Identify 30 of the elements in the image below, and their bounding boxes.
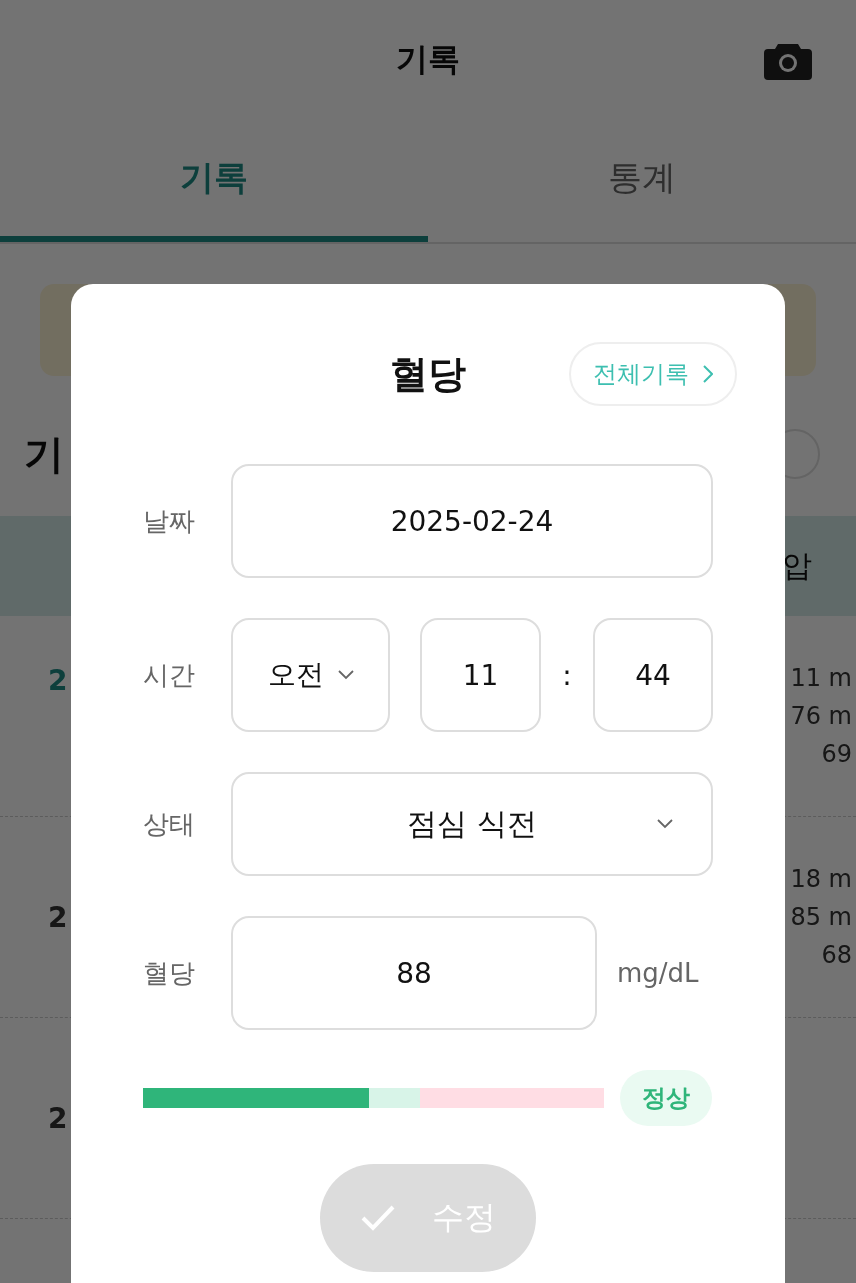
field-label: 시간 [143, 658, 196, 692]
field-label: 상태 [143, 807, 196, 841]
check-icon [360, 1204, 396, 1232]
chevron-down-icon [337, 670, 354, 680]
date-cell: 2 [48, 1101, 68, 1135]
dialog-title: 혈당 [390, 350, 466, 398]
column-header: 압 [782, 546, 812, 585]
minute-field[interactable]: 44 [593, 618, 713, 732]
date-cell: 2 [48, 900, 68, 934]
chevron-icon [703, 365, 713, 383]
screen-title: 기록 [396, 39, 460, 80]
hour-field[interactable]: 11 [420, 618, 541, 732]
time-separator: : [561, 658, 573, 692]
table-cell: 11 m [790, 664, 852, 692]
status-badge: 정상 [620, 1070, 712, 1126]
table-cell: 18 m [790, 865, 852, 893]
state-select[interactable]: 점심 식전 [231, 772, 713, 876]
section-heading: 기 [24, 429, 64, 479]
period-select[interactable]: 오전 [231, 618, 390, 732]
table-cell: 85 m [790, 903, 852, 931]
field-label: 날짜 [143, 504, 196, 538]
field-label: 혈당 [143, 956, 196, 990]
date-cell-text: 2 [48, 664, 68, 699]
table-cell: 68 [821, 941, 852, 969]
table-cell: 69 [821, 740, 852, 768]
table-cell: 76 m [790, 702, 852, 730]
glucose-field[interactable]: 88 [231, 916, 597, 1030]
unit-label: mg/dL [617, 958, 699, 988]
chevron-down-icon [657, 819, 673, 829]
date-field[interactable]: 2025-02-24 [231, 464, 713, 578]
